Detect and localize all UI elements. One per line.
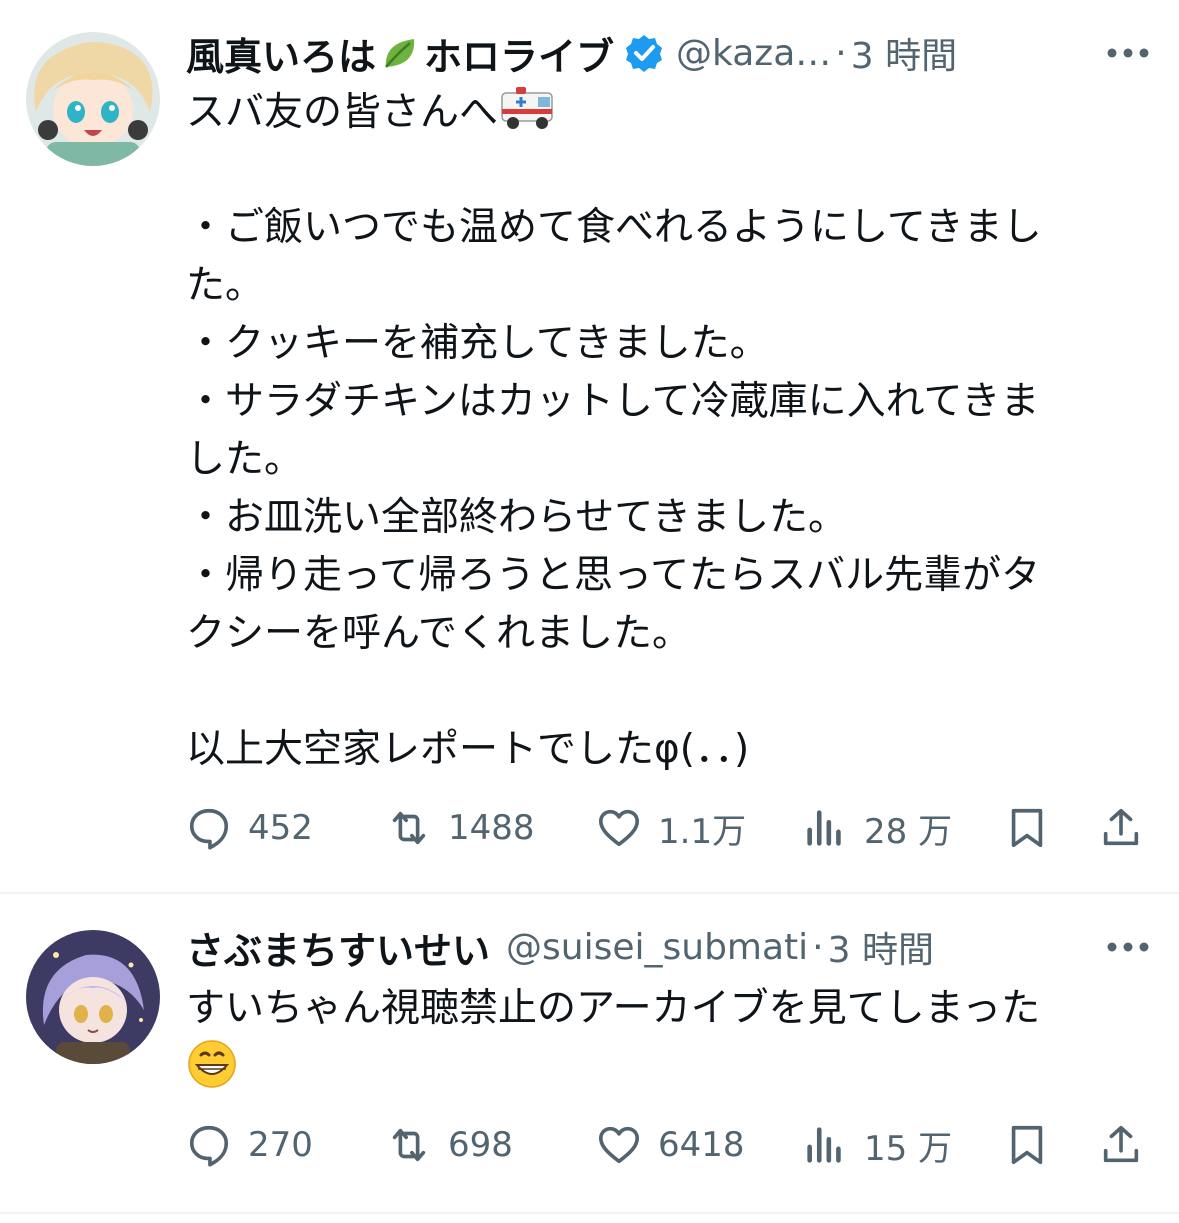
handle[interactable]: @kaza… xyxy=(676,33,831,74)
display-name-suffix[interactable]: ホロライブ xyxy=(424,26,614,81)
reply-icon xyxy=(189,808,229,850)
retweet-button[interactable]: 698 xyxy=(386,1115,513,1175)
display-name[interactable]: 風真いろは xyxy=(186,26,376,81)
timestamp[interactable]: 3 時間 xyxy=(851,27,957,79)
retweet-icon xyxy=(392,1128,426,1162)
reply-count: 270 xyxy=(248,1125,313,1165)
display-name[interactable]: さぶまちすいせい xyxy=(186,920,490,975)
share-icon xyxy=(1103,808,1139,846)
views-count: 15 万 xyxy=(864,1128,953,1169)
views-button[interactable]: 28 万 xyxy=(802,798,952,858)
views-icon xyxy=(807,1127,841,1163)
share-button[interactable] xyxy=(1098,798,1144,858)
views-icon xyxy=(807,810,841,846)
more-icon[interactable] xyxy=(1103,922,1153,972)
like-button[interactable]: 6418 xyxy=(596,1115,745,1175)
tweet-header: さぶまちすいせい @suisei_submati · 3 時間 xyxy=(186,920,1159,975)
like-count: 6418 xyxy=(658,1125,745,1165)
views-button[interactable]: 15 万 xyxy=(802,1115,952,1175)
action-bar: 452 1488 1.1万 28 万 xyxy=(186,798,1150,858)
like-icon xyxy=(598,1126,640,1164)
text-line: した。 xyxy=(186,437,304,482)
text-line: た。 xyxy=(186,263,265,308)
text-line: すいちゃん視聴禁止のアーカイブを見てしまった xyxy=(186,986,1041,1031)
retweet-count: 698 xyxy=(448,1125,513,1165)
tweet-text: すいちゃん視聴禁止のアーカイブを見てしまった xyxy=(186,980,1136,1096)
like-icon xyxy=(598,809,640,847)
bookmark-icon xyxy=(1011,808,1043,848)
share-button[interactable] xyxy=(1098,1115,1144,1175)
grinning-face-emoji xyxy=(186,1038,238,1088)
tweet-suisei[interactable]: さぶまちすいせい @suisei_submati · 3 時間 すいちゃん視聴禁… xyxy=(0,894,1179,1214)
bookmark-button[interactable] xyxy=(1004,1115,1050,1175)
like-button[interactable]: 1.1万 xyxy=(596,798,746,858)
text-line xyxy=(186,1038,1136,1096)
reply-icon xyxy=(189,1125,229,1167)
action-bar: 270 698 6418 15 万 xyxy=(186,1115,1150,1175)
text-line: ・クッキーを補充してきました。 xyxy=(186,321,769,366)
avatar-suisei[interactable] xyxy=(26,930,160,1064)
tweet-iroha[interactable]: 風真いろは ホロライブ @kaza… · 3 時間 スバ友の皆さんへ ・ご飯いつ… xyxy=(0,0,1179,892)
avatar-iroha[interactable] xyxy=(26,32,160,166)
timestamp[interactable]: 3 時間 xyxy=(828,921,934,973)
separator-dot: · xyxy=(835,32,847,74)
text-line: クシーを呼んでくれました。 xyxy=(186,611,692,656)
text-line: ・サラダチキンはカットして冷蔵庫に入れてきま xyxy=(186,379,1040,424)
tweet-header: 風真いろは ホロライブ @kaza… · 3 時間 xyxy=(186,26,1159,81)
like-count: 1.1万 xyxy=(658,811,747,852)
retweet-icon xyxy=(392,811,426,845)
share-icon xyxy=(1103,1125,1139,1163)
tweet-divider xyxy=(0,1212,1179,1214)
bookmark-button[interactable] xyxy=(1004,798,1050,858)
bookmark-icon xyxy=(1011,1125,1043,1165)
views-count: 28 万 xyxy=(864,811,953,852)
text-line: 以上大空家レポートでしたφ(．．) xyxy=(186,727,750,772)
text-line: ・ご飯いつでも温めて食べれるようにしてきまし xyxy=(186,205,1042,250)
handle[interactable]: @suisei_submati xyxy=(506,927,808,968)
text-line: スバ友の皆さんへ xyxy=(186,83,1136,141)
retweet-count: 1488 xyxy=(448,808,535,848)
retweet-button[interactable]: 1488 xyxy=(386,798,535,858)
ambulance-emoji xyxy=(498,83,556,133)
tweet-text: スバ友の皆さんへ ・ご飯いつでも温めて食べれるようにしてきまし た。 ・クッキー… xyxy=(186,83,1136,779)
verified-badge-icon xyxy=(624,33,664,73)
leaf-emoji xyxy=(380,33,420,73)
reply-button[interactable]: 270 xyxy=(186,1115,313,1175)
reply-count: 452 xyxy=(248,808,313,848)
reply-button[interactable]: 452 xyxy=(186,798,313,858)
text-line: ・帰り走って帰ろうと思ってたらスバル先輩がタ xyxy=(186,553,1041,598)
text-line: ・お皿洗い全部終わらせてきました。 xyxy=(186,495,848,540)
more-icon[interactable] xyxy=(1103,28,1153,78)
separator-dot: · xyxy=(812,926,824,968)
